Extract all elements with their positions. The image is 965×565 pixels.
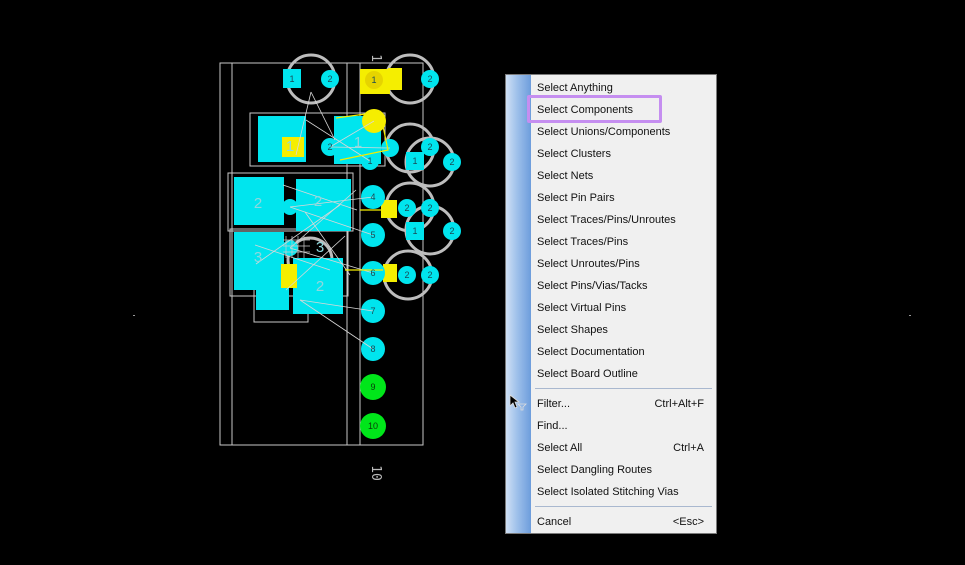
menu-item-select-dangling-routes[interactable]: Select Dangling Routes xyxy=(531,459,716,481)
menu-item-select-shapes[interactable]: Select Shapes xyxy=(531,319,716,341)
svg-text:1: 1 xyxy=(354,134,362,151)
origin-marker xyxy=(909,315,911,316)
pad-number: 1 xyxy=(412,156,417,166)
refdes-label-top: 1 xyxy=(368,54,383,62)
select-filter-cursor-icon xyxy=(509,394,527,411)
pad-number: 1 xyxy=(289,74,294,84)
pad-number: 2 xyxy=(404,270,409,280)
menu-item-select-pins-vias-tacks[interactable]: Select Pins/Vias/Tacks xyxy=(531,275,716,297)
menu-item-select-virtual-pins[interactable]: Select Virtual Pins xyxy=(531,297,716,319)
pad-number: 2 xyxy=(427,203,432,213)
menu-item-select-traces-pins[interactable]: Select Traces/Pins xyxy=(531,231,716,253)
menu-item-select-all[interactable]: Select All Ctrl+A xyxy=(531,437,716,459)
pad-number: 1 xyxy=(367,156,372,166)
pad-number: 2 xyxy=(427,142,432,152)
menu-item-find[interactable]: Find... xyxy=(531,415,716,437)
menu-item-select-pin-pairs[interactable]: Select Pin Pairs xyxy=(531,187,716,209)
pin-number: 7 xyxy=(370,306,375,316)
pad-number: 2 xyxy=(404,203,409,213)
pin-number: 10 xyxy=(368,421,378,431)
menu-icon-gutter xyxy=(506,75,531,533)
menu-items: Select Anything Select Components Select… xyxy=(531,75,716,533)
svg-text:2: 2 xyxy=(254,195,262,212)
pad-number: 1 xyxy=(412,226,417,236)
menu-item-select-clusters[interactable]: Select Clusters xyxy=(531,143,716,165)
menu-item-select-components[interactable]: Select Components xyxy=(531,99,716,121)
menu-separator xyxy=(535,388,712,389)
svg-text:2: 2 xyxy=(314,193,322,210)
menu-item-select-unions-components[interactable]: Select Unions/Components xyxy=(531,121,716,143)
pad-number: 2 xyxy=(327,142,332,152)
pin-number: 5 xyxy=(370,230,375,240)
selection-context-menu: Select Anything Select Components Select… xyxy=(505,74,717,534)
menu-item-filter[interactable]: Filter... Ctrl+Alt+F xyxy=(531,393,716,415)
pad-number: 2 xyxy=(427,270,432,280)
menu-item-select-documentation[interactable]: Select Documentation xyxy=(531,341,716,363)
menu-item-select-isolated-stitching-vias[interactable]: Select Isolated Stitching Vias xyxy=(531,481,716,503)
svg-text:3: 3 xyxy=(316,239,324,256)
pad-number: 2 xyxy=(427,74,432,84)
menu-item-select-board-outline[interactable]: Select Board Outline xyxy=(531,363,716,385)
pad-number: 2 xyxy=(449,226,454,236)
svg-text:3: 3 xyxy=(254,249,262,266)
menu-item-select-anything[interactable]: Select Anything xyxy=(531,77,716,99)
origin-marker xyxy=(133,315,135,316)
pin-number: 8 xyxy=(370,344,375,354)
menu-item-cancel[interactable]: Cancel <Esc> xyxy=(531,511,716,533)
svg-text:1: 1 xyxy=(286,138,294,155)
pin-number: 4 xyxy=(370,192,375,202)
menu-item-select-unroutes-pins[interactable]: Select Unroutes/Pins xyxy=(531,253,716,275)
pin-number: 9 xyxy=(370,382,375,392)
pcb-design-canvas[interactable]: 1 2 1 2 2 1 1 2 2 1 2 2 2 2 2 4 5 6 7 8 … xyxy=(0,0,965,565)
pin-number: 6 xyxy=(370,268,375,278)
menu-item-select-traces-pins-unroutes[interactable]: Select Traces/Pins/Unroutes xyxy=(531,209,716,231)
menu-separator xyxy=(535,506,712,507)
pad-number: 1 xyxy=(371,75,376,85)
pad-number: 2 xyxy=(327,74,332,84)
refdes-label: 10 xyxy=(368,465,383,481)
menu-item-select-nets[interactable]: Select Nets xyxy=(531,165,716,187)
svg-text:2: 2 xyxy=(316,278,324,295)
pad-number: 2 xyxy=(449,157,454,167)
